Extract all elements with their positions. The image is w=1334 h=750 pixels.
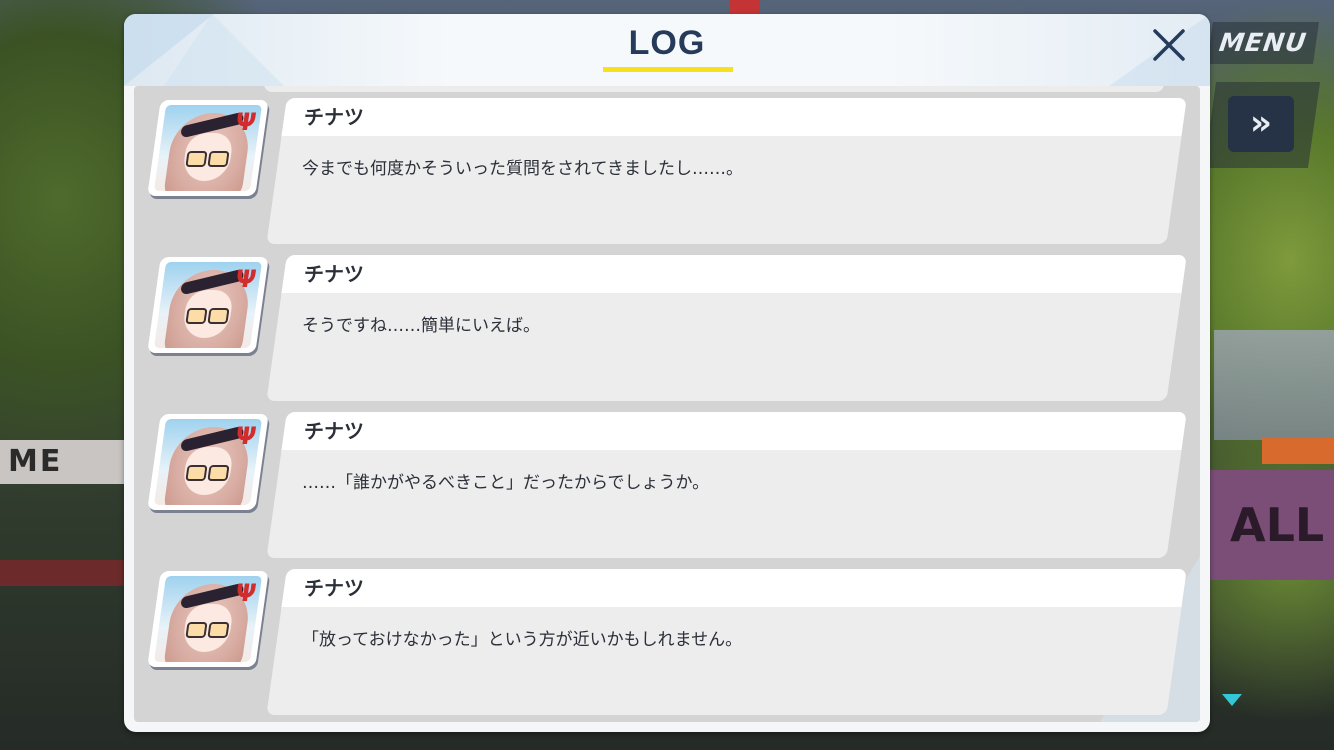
background-orange-sign (1262, 438, 1334, 464)
speaker-avatar: Ψ (147, 257, 269, 353)
speaker-name: チナツ (304, 105, 364, 129)
background-banner (0, 560, 124, 586)
close-icon (1153, 29, 1185, 61)
log-panel: LOG Ψ チナツ 今までも何度かそういった質問をされてきましたし……。 Ψ チ… (124, 14, 1210, 732)
speaker-name: チナツ (304, 419, 364, 443)
scroll-down-indicator-icon (1222, 694, 1242, 706)
background-sign-left: ME (0, 440, 132, 484)
menu-button[interactable]: MENU (1207, 22, 1319, 64)
background-building (1214, 330, 1334, 440)
log-entry: Ψ チナツ ……「誰かがやるべきこと」だったからでしょうか。 (134, 400, 1200, 558)
speaker-avatar: Ψ (147, 571, 269, 667)
log-entry: Ψ チナツ 「放っておけなかった」という方が近いかもしれません。 (134, 557, 1200, 715)
speaker-avatar: Ψ (147, 414, 269, 510)
log-entry: Ψ チナツ そうですね……簡単にいえば。 (134, 243, 1200, 401)
speaker-avatar: Ψ (147, 100, 269, 196)
log-title: LOG (628, 24, 706, 62)
dialogue-text: ……「誰かがやるべきこと」だったからでしょうか。 (302, 473, 710, 493)
speaker-name: チナツ (304, 576, 364, 600)
dialogue-text: そうですね……簡単にいえば。 (302, 316, 540, 336)
title-underline (603, 67, 733, 72)
dialogue-text: 今までも何度かそういった質問をされてきましたし……。 (302, 159, 743, 179)
background-sign-right: ALL (1210, 470, 1334, 580)
log-entry: Ψ チナツ 今までも何度かそういった質問をされてきましたし……。 (134, 86, 1200, 244)
log-list[interactable]: Ψ チナツ 今までも何度かそういった質問をされてきましたし……。 Ψ チナツ そ… (134, 86, 1200, 722)
close-button[interactable] (1146, 22, 1192, 68)
speaker-name: チナツ (304, 262, 364, 286)
log-header: LOG (124, 14, 1210, 86)
fast-forward-button[interactable]: » (1228, 96, 1294, 152)
dialogue-text: 「放っておけなかった」という方が近いかもしれません。 (302, 630, 743, 650)
